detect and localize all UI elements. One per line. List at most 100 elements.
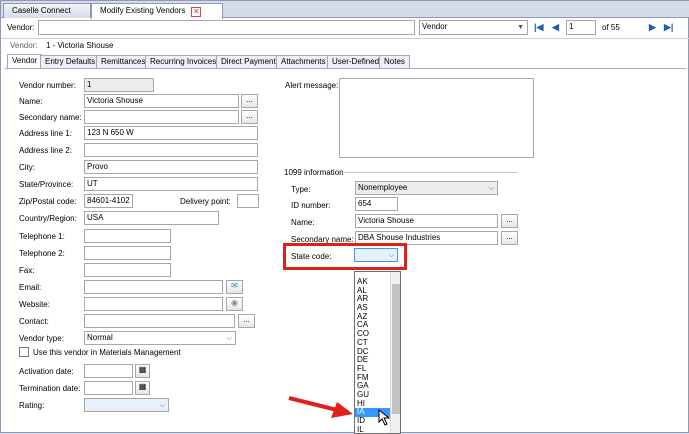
subtab-label: Vendor (12, 56, 38, 65)
secondary-name-field[interactable] (84, 110, 239, 124)
materials-management-checkbox[interactable] (19, 347, 29, 357)
rating-select[interactable]: ⌵ (84, 398, 169, 412)
city-field[interactable]: Provo (84, 160, 258, 174)
telephone1-field[interactable] (84, 229, 171, 243)
vendor-search-label: Vendor: (7, 23, 35, 32)
vendor-type-value: Normal (87, 333, 113, 342)
telephone2-label: Telephone 2: (19, 249, 65, 258)
id-number-field[interactable]: 654 (355, 197, 398, 211)
vendor-search-input[interactable] (38, 20, 415, 35)
tab-notes[interactable]: Notes (379, 55, 410, 68)
section-1099-title: 1099 information (284, 168, 344, 177)
secondary-name-more-button[interactable]: ... (241, 110, 258, 124)
tab-user-defined[interactable]: User-Defined (327, 55, 385, 68)
rating-label: Rating: (19, 401, 45, 410)
subtab-label: User-Defined (332, 57, 380, 66)
name-1099-field[interactable]: Victoria Shouse (355, 214, 498, 228)
subtab-label: Notes (384, 57, 405, 66)
alert-message-label: Alert message: (285, 81, 339, 90)
next-record-icon[interactable]: ▶ (649, 22, 656, 33)
close-icon[interactable]: ✕ (191, 7, 202, 17)
state-label: State/Province: (19, 180, 74, 189)
email-label: Email: (19, 283, 42, 292)
email-field[interactable] (84, 280, 223, 294)
type-1099-label: Type: (291, 185, 311, 194)
telephone1-label: Telephone 1: (19, 232, 65, 241)
first-record-icon[interactable]: |◀ (534, 22, 543, 33)
tab-modify-existing-vendors[interactable]: Modify Existing Vendors ✕ (91, 3, 223, 19)
tab-label: Modify Existing Vendors (100, 6, 186, 15)
vendor-type-label: Vendor type: (19, 334, 64, 343)
tab-remittances[interactable]: Remittances (96, 55, 151, 68)
fax-label: Fax: (19, 266, 35, 275)
window: Caselle Connect Modify Existing Vendors ✕… (0, 0, 689, 434)
divider (1, 38, 689, 39)
name-field[interactable]: Victoria Shouse (84, 94, 239, 108)
state-field[interactable]: UT (84, 177, 258, 191)
tab-direct-payment[interactable]: Direct Payment (216, 55, 281, 68)
activation-date-field[interactable] (84, 364, 133, 378)
name-label: Name: (19, 97, 43, 106)
delivery-point-field[interactable] (237, 194, 259, 208)
tab-attachments[interactable]: Attachments (276, 55, 331, 68)
contact-more-button[interactable]: ... (238, 314, 255, 328)
website-label: Website: (19, 300, 50, 309)
id-number-label: ID number: (291, 201, 331, 210)
page-total: of 55 (602, 23, 620, 32)
chevron-down-icon: ⌵ (159, 402, 165, 409)
section-divider (341, 172, 517, 173)
secondary-1099-more-button[interactable]: ... (501, 231, 518, 245)
secondary-name-label: Secondary name: (19, 113, 82, 122)
search-by-select[interactable]: Vendor ▼ (419, 20, 528, 35)
address2-field[interactable] (84, 143, 258, 157)
address1-field[interactable]: 123 N 650 W (84, 126, 258, 140)
website-field[interactable] (84, 297, 223, 311)
arrow-shaft (288, 396, 338, 412)
country-field[interactable]: USA (84, 211, 219, 225)
vendor-number-label: Vendor number: (19, 81, 76, 90)
name-1099-label: Name: (291, 218, 315, 227)
header-vendor-label: Vendor: (10, 41, 38, 50)
zip-field[interactable]: 84601-4102 (84, 194, 133, 208)
tab-vendor[interactable]: Vendor (7, 54, 43, 69)
subtab-label: Attachments (281, 57, 326, 66)
tab-entry-defaults[interactable]: Entry Defaults (40, 55, 101, 68)
activation-date-label: Activation date: (19, 367, 74, 376)
tab-caselle-connect[interactable]: Caselle Connect (3, 3, 91, 18)
last-record-icon[interactable]: ▶| (664, 22, 673, 33)
name-more-button[interactable]: ... (241, 94, 258, 108)
vendor-number-field[interactable]: 1 (84, 78, 154, 92)
country-label: Country/Region: (19, 214, 77, 223)
calendar-icon[interactable]: ▦ (135, 381, 150, 395)
fax-field[interactable] (84, 263, 171, 277)
scrollbar-thumb[interactable] (392, 284, 400, 414)
header-vendor-value: 1 - Victoria Shouse (46, 41, 114, 50)
chevron-down-icon: ⌵ (488, 185, 494, 192)
tab-label: Caselle Connect (12, 6, 71, 15)
previous-record-icon[interactable]: ◀ (552, 22, 559, 33)
city-label: City: (19, 163, 35, 172)
red-arrow-annotation (288, 396, 353, 418)
contact-field[interactable] (84, 314, 235, 328)
name-1099-more-button[interactable]: ... (501, 214, 518, 228)
vendor-type-select[interactable]: Normal ⌵ (84, 331, 236, 345)
send-email-icon[interactable]: ✉ (226, 280, 243, 294)
address1-label: Address line 1: (19, 129, 72, 138)
termination-date-label: Termination date: (19, 384, 81, 393)
tab-recurring-invoices[interactable]: Recurring Invoices (145, 55, 222, 68)
subtab-label: Direct Payment (221, 57, 276, 66)
alert-message-textarea[interactable] (339, 78, 534, 158)
mouse-cursor-icon (378, 409, 391, 426)
contact-label: Contact: (19, 317, 49, 326)
calendar-icon[interactable]: ▦ (135, 364, 150, 378)
arrowhead (331, 402, 353, 418)
globe-icon[interactable]: ◉ (226, 297, 243, 311)
type-1099-select[interactable]: Nonemployee ⌵ (355, 181, 498, 195)
page-number-input[interactable]: 1 (566, 20, 596, 35)
search-by-value: Vendor (422, 22, 448, 31)
termination-date-field[interactable] (84, 381, 133, 395)
subtab-label: Remittances (101, 57, 146, 66)
document-tabs: Caselle Connect Modify Existing Vendors ✕ (1, 1, 689, 19)
telephone2-field[interactable] (84, 246, 171, 260)
tab-panel-border (5, 68, 686, 69)
